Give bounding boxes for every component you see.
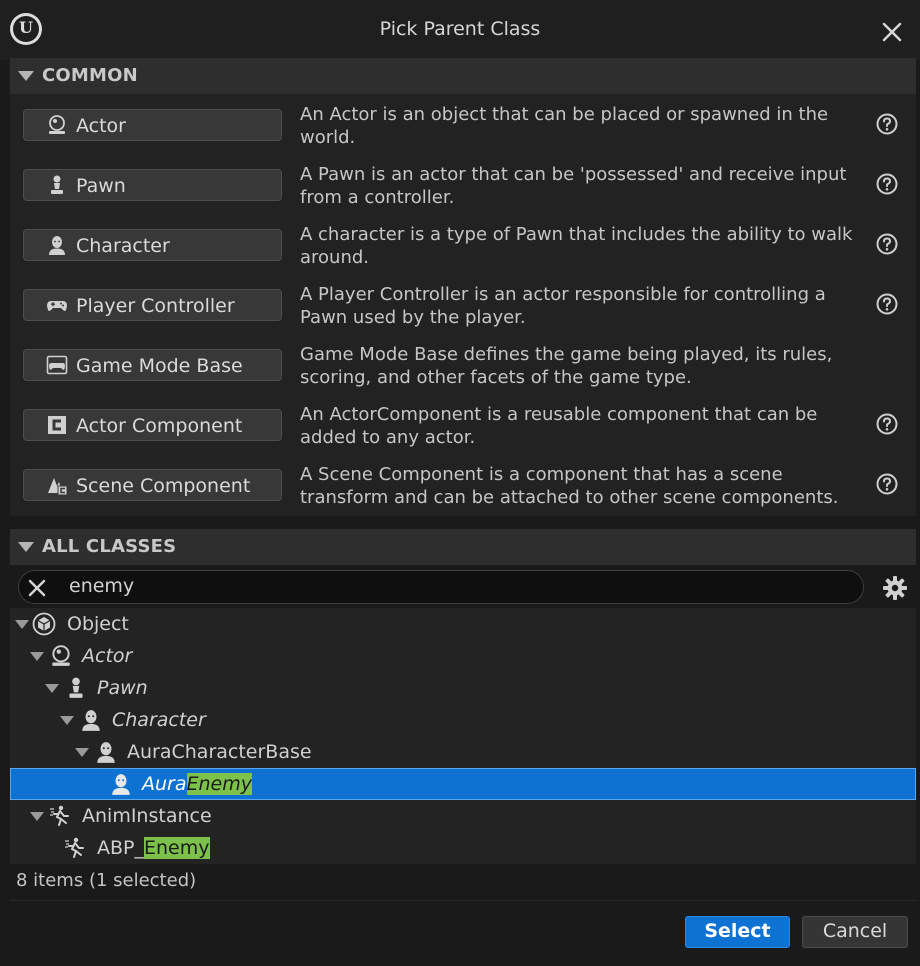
tree-label: Actor	[82, 645, 133, 667]
tree-row-character[interactable]: Character	[10, 704, 916, 736]
clear-search-icon[interactable]	[27, 578, 47, 598]
anim-instance-icon	[50, 805, 69, 826]
scene-component-class-label: Scene Component	[76, 475, 251, 497]
character-class-button[interactable]: Character	[23, 229, 282, 261]
game-mode-base-description: Game Mode Base defines the game being pl…	[300, 344, 833, 388]
character-description: A character is a type of Pawn that inclu…	[300, 224, 853, 268]
common-row-game-mode-base: Game Mode Base Game Mode Base defines th…	[10, 334, 916, 394]
tree-label: Object	[67, 613, 129, 635]
footer-divider	[10, 900, 916, 901]
close-icon[interactable]	[878, 18, 906, 46]
player-controller-description: A Player Controller is an actor responsi…	[300, 284, 826, 328]
tree-row-anim-instance[interactable]: AnimInstance	[10, 800, 916, 832]
pawn-icon	[51, 175, 63, 194]
pick-parent-class-dialog: U Pick Parent Class COMMON Actor An Acto…	[0, 0, 920, 966]
expand-arrow-icon[interactable]	[15, 620, 29, 629]
tree-row-aura-enemy[interactable]: AuraEnemy	[10, 768, 916, 800]
character-icon	[112, 774, 130, 795]
help-icon[interactable]	[876, 293, 898, 315]
tree-row-object[interactable]: Object	[10, 608, 916, 640]
character-icon	[82, 710, 100, 731]
common-row-player-controller: Player Controller A Player Controller is…	[10, 274, 916, 334]
help-icon[interactable]	[876, 173, 898, 195]
title-bar: U Pick Parent Class	[0, 0, 920, 60]
tree-label-prefix: ABP_	[97, 837, 144, 859]
common-section-header[interactable]: COMMON	[10, 58, 916, 94]
expand-arrow-icon[interactable]	[60, 716, 74, 725]
common-row-actor: Actor An Actor is an object that can be …	[10, 94, 916, 154]
cancel-button[interactable]: Cancel	[802, 916, 908, 948]
actor-class-button[interactable]: Actor	[23, 109, 282, 141]
player-controller-class-button[interactable]: Player Controller	[23, 289, 282, 321]
search-input-value: enemy	[69, 575, 135, 597]
gear-icon[interactable]	[882, 575, 908, 601]
character-icon	[97, 742, 115, 763]
search-match-highlight: Enemy	[186, 773, 252, 795]
actor-component-class-label: Actor Component	[76, 415, 243, 437]
tree-row-abp-enemy[interactable]: ABP_Enemy	[10, 832, 916, 864]
collapse-arrow-icon	[18, 542, 34, 552]
search-match-highlight: Enemy	[144, 837, 210, 859]
help-icon[interactable]	[876, 473, 898, 495]
gamepad-icon	[47, 301, 67, 311]
select-button[interactable]: Select	[685, 916, 790, 948]
scene-component-class-button[interactable]: Scene Component	[23, 469, 282, 501]
pawn-class-label: Pawn	[76, 175, 126, 197]
actor-component-class-button[interactable]: Actor Component	[23, 409, 282, 441]
game-mode-base-class-button[interactable]: Game Mode Base	[23, 349, 282, 381]
common-row-scene-component: Scene Component A Scene Component is a c…	[10, 454, 916, 514]
all-classes-section-header[interactable]: ALL CLASSES	[10, 529, 916, 565]
expand-arrow-icon[interactable]	[45, 684, 59, 693]
class-search-input[interactable]: enemy	[18, 570, 864, 604]
actor-class-label: Actor	[76, 115, 126, 137]
game-mode-icon	[46, 355, 68, 375]
help-icon[interactable]	[876, 413, 898, 435]
help-icon[interactable]	[876, 113, 898, 135]
common-row-character: Character A character is a type of Pawn …	[10, 214, 916, 274]
tree-label: ABP_Enemy	[97, 837, 210, 859]
tree-label: Pawn	[97, 677, 148, 699]
common-section-title: COMMON	[42, 65, 138, 86]
scene-component-icon	[48, 478, 68, 496]
object-icon	[32, 612, 56, 636]
expand-arrow-icon[interactable]	[30, 652, 44, 661]
actor-component-icon	[48, 416, 66, 434]
pawn-class-button[interactable]: Pawn	[23, 169, 282, 201]
all-classes-section-title: ALL CLASSES	[42, 536, 177, 557]
dialog-title: Pick Parent Class	[379, 18, 541, 40]
collapse-arrow-icon	[18, 71, 34, 81]
expand-arrow-icon[interactable]	[30, 812, 44, 821]
tree-label-prefix: Aura	[142, 773, 187, 795]
common-classes-panel: Actor An Actor is an object that can be …	[10, 94, 916, 516]
common-row-actor-component: Actor Component An ActorComponent is a r…	[10, 394, 916, 454]
tree-label: Character	[112, 709, 206, 731]
item-count-status: 8 items (1 selected)	[16, 870, 197, 891]
common-row-pawn: Pawn A Pawn is an actor that can be 'pos…	[10, 154, 916, 214]
character-icon	[49, 236, 65, 255]
pawn-description: A Pawn is an actor that can be 'possesse…	[300, 164, 847, 208]
tree-row-actor[interactable]: Actor	[10, 640, 916, 672]
character-class-label: Character	[76, 235, 170, 257]
expand-arrow-icon[interactable]	[75, 748, 89, 757]
class-tree: Object Actor Pawn Character AuraCharacte…	[10, 608, 916, 864]
tree-label: AuraEnemy	[142, 773, 252, 795]
help-icon[interactable]	[876, 233, 898, 255]
pawn-icon	[69, 677, 83, 698]
anim-instance-icon	[65, 837, 84, 858]
actor-icon	[52, 645, 70, 666]
actor-description: An Actor is an object that can be placed…	[300, 104, 829, 148]
player-controller-class-label: Player Controller	[76, 295, 235, 317]
scene-component-description: A Scene Component is a component that ha…	[300, 464, 839, 508]
actor-icon	[49, 115, 65, 134]
game-mode-base-class-label: Game Mode Base	[76, 355, 243, 377]
tree-row-aura-character-base[interactable]: AuraCharacterBase	[10, 736, 916, 768]
tree-row-pawn[interactable]: Pawn	[10, 672, 916, 704]
actor-component-description: An ActorComponent is a reusable componen…	[300, 404, 818, 448]
tree-label: AuraCharacterBase	[127, 741, 312, 763]
tree-label: AnimInstance	[82, 805, 212, 827]
